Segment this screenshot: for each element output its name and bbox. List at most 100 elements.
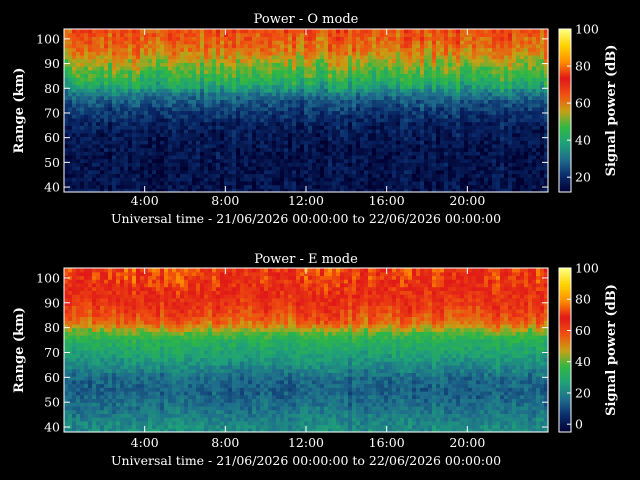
heatmap-cell xyxy=(408,173,413,178)
heatmap-cell xyxy=(500,166,505,171)
heatmap-cell xyxy=(328,36,333,41)
heatmap-cell xyxy=(276,121,281,126)
heatmap-cell xyxy=(456,99,461,104)
heatmap-cell xyxy=(260,95,265,100)
heatmap-cell xyxy=(100,125,105,130)
heatmap-cell xyxy=(380,43,385,49)
heatmap-cell xyxy=(228,36,233,41)
heatmap-cell xyxy=(72,54,77,60)
heatmap-cell xyxy=(108,162,113,167)
heatmap-cell xyxy=(440,62,445,67)
heatmap-cell xyxy=(80,54,85,60)
heatmap-cell xyxy=(68,43,73,49)
heatmap-cell xyxy=(340,69,345,75)
heatmap-cell xyxy=(356,84,361,89)
heatmap-cell xyxy=(180,121,185,126)
heatmap-cell xyxy=(240,43,245,49)
heatmap-cell xyxy=(152,129,157,134)
heatmap-cell xyxy=(464,88,469,93)
heatmap-cell xyxy=(504,143,509,149)
heatmap-cell xyxy=(416,69,421,75)
heatmap-cell xyxy=(168,95,173,100)
heatmap-cell xyxy=(268,166,273,171)
heatmap-cell xyxy=(200,32,205,37)
heatmap-cell xyxy=(192,32,197,37)
heatmap-cell xyxy=(432,158,437,163)
heatmap-cell xyxy=(168,103,173,108)
heatmap-cell xyxy=(424,36,429,41)
heatmap-cell xyxy=(116,151,121,156)
heatmap-cell xyxy=(104,43,109,49)
heatmap-cell xyxy=(380,166,385,171)
heatmap-cell xyxy=(232,136,237,141)
heatmap-cell xyxy=(288,114,293,119)
heatmap-cell xyxy=(300,66,305,71)
heatmap-cell xyxy=(440,117,445,123)
heatmap-cell xyxy=(268,121,273,126)
heatmap-cell xyxy=(256,51,261,56)
heatmap-cell xyxy=(424,103,429,108)
heatmap-cell xyxy=(488,158,493,163)
heatmap-cell xyxy=(120,40,125,45)
heatmap-cell xyxy=(352,106,357,112)
heatmap-cell xyxy=(456,80,461,86)
heatmap-cell xyxy=(220,143,225,149)
heatmap-cell xyxy=(320,162,325,167)
heatmap-cell xyxy=(412,166,417,171)
heatmap-cell xyxy=(276,43,281,49)
heatmap-cell xyxy=(400,62,405,67)
heatmap-cell xyxy=(176,184,181,189)
heatmap-cell xyxy=(432,166,437,171)
heatmap-cell xyxy=(404,166,409,171)
heatmap-cell xyxy=(200,129,205,134)
heatmap-cell xyxy=(476,51,481,56)
heatmap-cell xyxy=(224,147,229,152)
heatmap-cell xyxy=(424,110,429,115)
heatmap-cell xyxy=(340,154,345,160)
heatmap-cell xyxy=(248,95,253,100)
heatmap-cell xyxy=(124,125,129,130)
heatmap-cell xyxy=(376,125,381,130)
heatmap-cell xyxy=(396,88,401,93)
heatmap-cell xyxy=(132,151,137,156)
heatmap-cell xyxy=(80,158,85,163)
heatmap-cell xyxy=(484,129,489,134)
heatmap-cell xyxy=(108,184,113,189)
heatmap-cell xyxy=(460,36,465,41)
heatmap-cell xyxy=(416,151,421,156)
heatmap-cell xyxy=(304,129,309,134)
heatmap-cell xyxy=(268,110,273,115)
heatmap-cell xyxy=(120,184,125,189)
heatmap-cell xyxy=(448,158,453,163)
heatmap-cell xyxy=(396,173,401,178)
heatmap-cell xyxy=(340,110,345,115)
heatmap-cell xyxy=(296,151,301,156)
heatmap-cell xyxy=(284,32,289,37)
heatmap-cell xyxy=(140,129,145,134)
heatmap-cell xyxy=(188,169,193,175)
heatmap-cell xyxy=(480,169,485,175)
heatmap-cell xyxy=(476,129,481,134)
heatmap-cell xyxy=(372,84,377,89)
heatmap-cell xyxy=(352,180,357,186)
heatmap-cell xyxy=(420,121,425,126)
heatmap-cell xyxy=(384,103,389,108)
heatmap-cell xyxy=(416,43,421,49)
heatmap-cell xyxy=(216,184,221,189)
heatmap-cell xyxy=(240,117,245,123)
heatmap-cell xyxy=(324,29,329,34)
heatmap-cell xyxy=(376,173,381,178)
heatmap-cell xyxy=(300,54,305,60)
heatmap-cell xyxy=(216,40,221,45)
heatmap-cell xyxy=(328,51,333,56)
heatmap-cell xyxy=(312,180,317,186)
heatmap-cell xyxy=(420,43,425,49)
heatmap-cell xyxy=(508,95,513,100)
heatmap-cell xyxy=(144,140,149,145)
heatmap-cell xyxy=(68,95,73,100)
heatmap-cell xyxy=(352,88,357,93)
heatmap-cell xyxy=(432,99,437,104)
heatmap-cell xyxy=(108,47,113,52)
heatmap-cell xyxy=(156,47,161,52)
heatmap-cell xyxy=(464,84,469,89)
